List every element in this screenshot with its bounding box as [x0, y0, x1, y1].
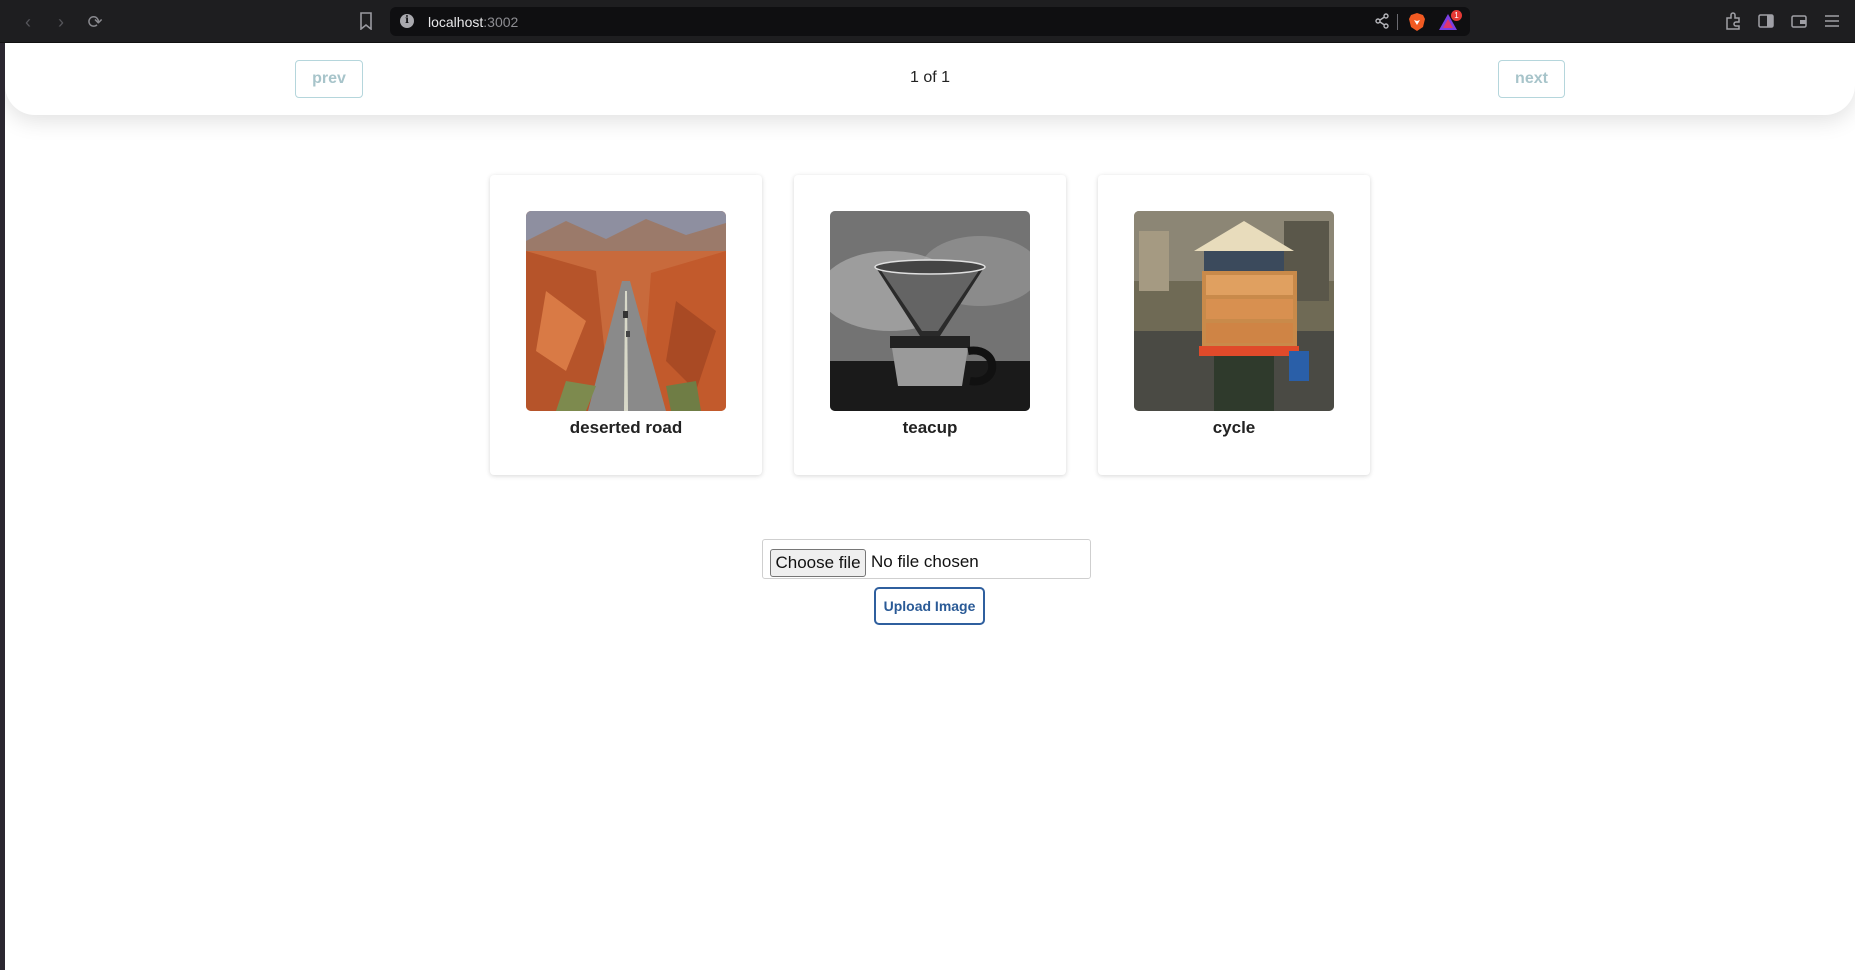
rewards-badge: 1	[1451, 10, 1462, 21]
sidebar-icon[interactable]	[1757, 12, 1775, 30]
share-icon[interactable]	[1374, 13, 1390, 29]
page-content: prev 1 of 1 next deserted road teacup cy…	[5, 43, 1855, 970]
image-title: cycle	[1212, 418, 1256, 437]
deserted-road-image[interactable]	[526, 211, 726, 411]
url-divider	[1397, 14, 1398, 30]
browser-toolbar: ‹ › ⟳ i localhost:3002 1	[0, 0, 1855, 43]
site-info-icon[interactable]: i	[400, 14, 414, 28]
next-button[interactable]: next	[1498, 60, 1565, 98]
image-card[interactable]: teacup	[794, 175, 1066, 475]
upload-image-button[interactable]: Upload Image	[874, 587, 985, 625]
choose-file-button[interactable]: Choose file	[770, 549, 866, 577]
address-bar[interactable]: i localhost:3002 1	[390, 7, 1470, 36]
brave-shields-icon[interactable]	[1408, 12, 1426, 32]
back-icon[interactable]: ‹	[18, 12, 38, 32]
wallet-icon[interactable]	[1790, 12, 1808, 30]
extensions-icon[interactable]	[1724, 12, 1742, 30]
file-status: No file chosen	[871, 552, 979, 571]
image-title: teacup	[902, 418, 958, 437]
teacup-image[interactable]	[830, 211, 1030, 411]
image-title: deserted road	[569, 418, 683, 437]
image-card[interactable]: cycle	[1098, 175, 1370, 475]
image-card[interactable]: deserted road	[490, 175, 762, 475]
bookmark-icon[interactable]	[358, 12, 374, 30]
page-indicator: 1 of 1	[909, 69, 951, 86]
file-input[interactable]: Choose file No file chosen	[762, 539, 1091, 579]
menu-icon[interactable]	[1823, 12, 1841, 30]
url-text: localhost:3002	[428, 14, 519, 30]
cycle-image[interactable]	[1134, 211, 1334, 411]
forward-icon[interactable]: ›	[51, 12, 71, 32]
pagination-bar: prev 1 of 1 next	[5, 43, 1855, 115]
reload-icon[interactable]: ⟳	[85, 12, 105, 32]
